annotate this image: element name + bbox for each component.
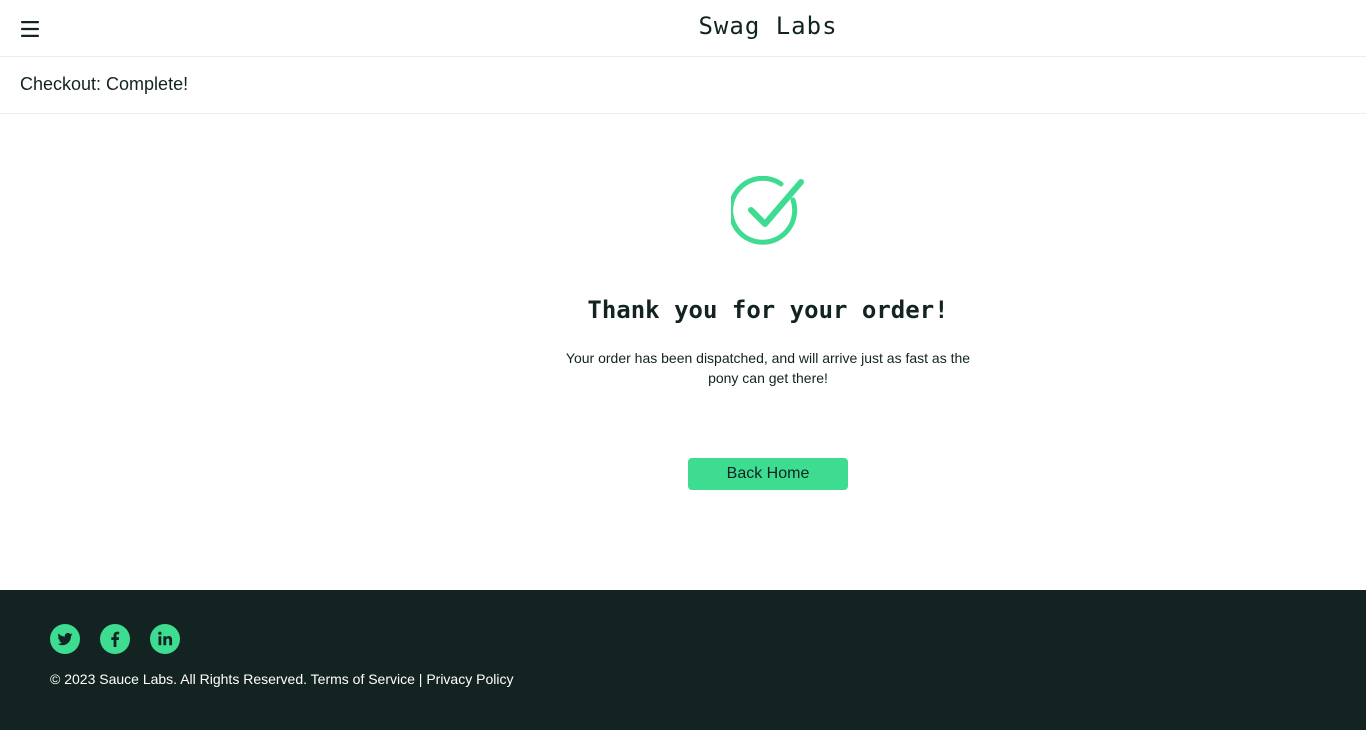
linkedin-icon [158,631,173,646]
footer: © 2023 Sauce Labs. All Rights Reserved. … [0,590,1366,730]
checkout-complete-container: Thank you for your order! Your order has… [0,114,1366,590]
page-title: Checkout: Complete! [20,74,189,94]
complete-text: Your order has been dispatched, and will… [565,350,971,386]
secondary-header: Checkout: Complete! [0,57,1366,114]
facebook-icon [111,631,120,647]
footer-copyright: © 2023 Sauce Labs. All Rights Reserved. … [50,671,514,687]
twitter-icon [57,632,73,646]
app-logo: Swag Labs [698,12,838,40]
social-facebook-link[interactable] [100,624,130,654]
complete-header: Thank you for your order! [587,296,949,324]
social-twitter-link[interactable] [50,624,80,654]
social-linkedin-link[interactable] [150,624,180,654]
checkmark-circle-icon [731,176,804,245]
primary-header: Swag Labs [0,0,1366,57]
back-home-button[interactable]: Back Home [688,458,848,490]
